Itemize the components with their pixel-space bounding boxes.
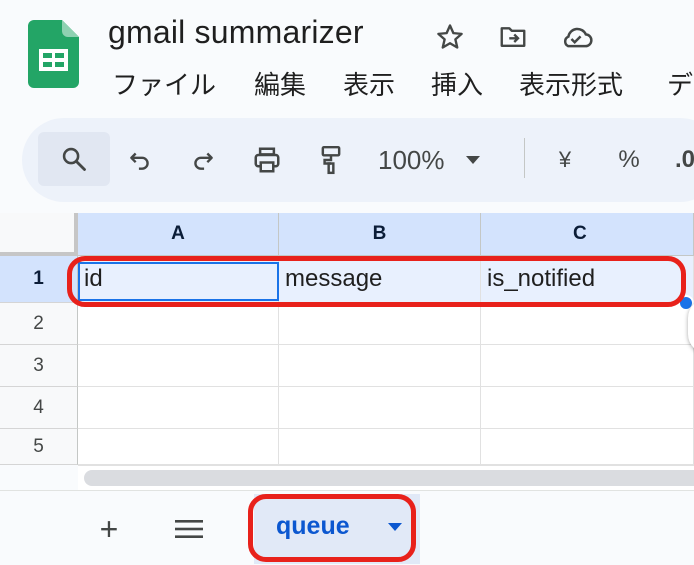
paint-format-icon[interactable] xyxy=(311,140,351,180)
column-header-c[interactable]: C xyxy=(481,213,694,256)
menu-edit[interactable]: 編集 xyxy=(254,65,343,101)
menu-view[interactable]: 表示 xyxy=(343,65,431,101)
column-header-a[interactable]: A xyxy=(78,213,279,256)
cell-c4[interactable] xyxy=(481,387,694,429)
menu-file[interactable]: ファイル xyxy=(112,65,254,101)
row-header-2[interactable]: 2 xyxy=(0,303,78,345)
column-header-b[interactable]: B xyxy=(279,213,481,256)
row-header-4[interactable]: 4 xyxy=(0,387,78,429)
cell-a5[interactable] xyxy=(78,429,279,465)
undo-icon[interactable] xyxy=(120,140,160,180)
chevron-down-icon xyxy=(465,156,480,164)
cell-b3[interactable] xyxy=(279,345,481,387)
cell-a4[interactable] xyxy=(78,387,279,429)
cell-a3[interactable] xyxy=(78,345,279,387)
currency-format-button[interactable]: ¥ xyxy=(548,140,582,180)
zoom-select[interactable]: 100% xyxy=(378,140,481,180)
star-icon[interactable] xyxy=(433,20,467,54)
menu-lines-icon xyxy=(175,520,203,538)
row-header-5[interactable]: 5 xyxy=(0,429,78,465)
menu-bar: ファイル 編集 表示 挿入 表示形式 デ xyxy=(112,65,693,101)
cell-c5[interactable] xyxy=(481,429,694,465)
cell-c2[interactable] xyxy=(481,303,694,345)
horizontal-scroll-thumb[interactable] xyxy=(84,470,694,486)
decrease-decimal-button[interactable]: .0 xyxy=(675,140,694,180)
menu-data[interactable]: デ xyxy=(667,65,693,101)
move-folder-icon[interactable] xyxy=(496,20,530,54)
menu-format[interactable]: 表示形式 xyxy=(519,65,667,101)
header-row-highlight xyxy=(67,256,686,307)
add-sheet-button[interactable]: + xyxy=(92,510,126,548)
print-icon[interactable] xyxy=(247,140,287,180)
cell-b2[interactable] xyxy=(279,303,481,345)
cell-b5[interactable] xyxy=(279,429,481,465)
percent-format-button[interactable]: % xyxy=(612,140,646,180)
row-header-3[interactable]: 3 xyxy=(0,345,78,387)
toolbar-divider xyxy=(524,138,525,178)
zoom-value: 100% xyxy=(378,144,445,175)
sheets-logo-icon[interactable] xyxy=(28,20,79,88)
cell-c3[interactable] xyxy=(481,345,694,387)
cloud-status-icon[interactable] xyxy=(559,20,593,54)
cell-a2[interactable] xyxy=(78,303,279,345)
document-title[interactable]: gmail summarizer xyxy=(108,14,364,51)
cell-b4[interactable] xyxy=(279,387,481,429)
redo-icon[interactable] xyxy=(183,140,223,180)
all-sheets-button[interactable] xyxy=(172,510,206,548)
menu-insert[interactable]: 挿入 xyxy=(431,65,519,101)
select-all-corner[interactable] xyxy=(0,213,78,256)
search-icon xyxy=(62,147,86,171)
sheet-tab-highlight xyxy=(248,494,416,562)
search-menus-button[interactable] xyxy=(38,132,110,186)
